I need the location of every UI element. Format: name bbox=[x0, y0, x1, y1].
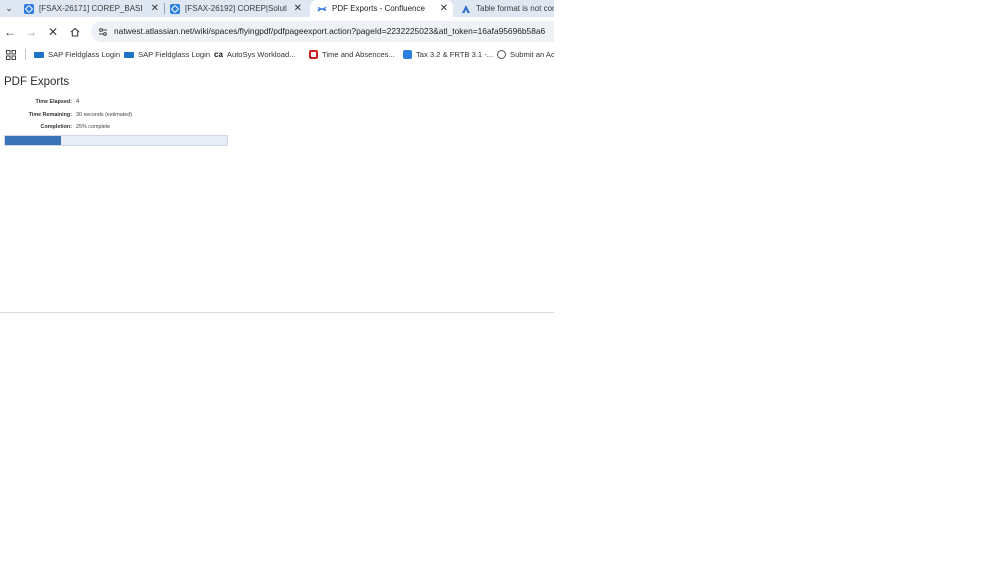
address-bar[interactable]: natwest.atlassian.net/wiki/spaces/flying… bbox=[91, 21, 554, 42]
bookmark-label: Submit an Ac bbox=[510, 50, 554, 59]
tab-fsax-26192[interactable]: [FSAX-26192] COREP|Solution ✕ bbox=[170, 0, 307, 17]
time-elapsed-value: 4 bbox=[76, 99, 80, 105]
bookmark-sap-fieldglass-1[interactable]: SAP Fieldglass Login bbox=[34, 48, 120, 61]
home-icon[interactable] bbox=[67, 24, 83, 40]
completion-label: Completion: bbox=[40, 124, 72, 130]
bookmark-autosys[interactable]: ca AutoSys Workload... bbox=[214, 48, 296, 61]
tab-pdf-exports[interactable]: PDF Exports - Confluence ✕ bbox=[310, 0, 453, 17]
time-elapsed-label: Time Elapsed: bbox=[35, 99, 72, 105]
back-arrow-icon[interactable]: ← bbox=[2, 24, 18, 40]
tab-search-chevron-icon[interactable]: ⌄ bbox=[2, 1, 16, 15]
tab-title: [FSAX-26171] COREP_BASEL_4: bbox=[39, 4, 142, 13]
jira-icon bbox=[24, 3, 34, 14]
page-content: PDF Exports Time Elapsed: 4 Time Remaini… bbox=[0, 63, 554, 312]
close-icon[interactable]: ✕ bbox=[294, 3, 302, 14]
completion-value: 25% complete bbox=[76, 124, 111, 130]
bookmark-label: Tax 3.2 & FRTB 3.1 -... bbox=[416, 50, 494, 59]
bookmark-submit[interactable]: Submit an Ac bbox=[497, 48, 554, 61]
tab-title: PDF Exports - Confluence bbox=[332, 4, 425, 13]
jira-icon bbox=[170, 3, 180, 14]
atlassian-icon bbox=[461, 4, 471, 14]
confluence-icon bbox=[317, 4, 327, 14]
close-icon[interactable]: ✕ bbox=[440, 3, 448, 14]
page-title: PDF Exports bbox=[4, 76, 70, 88]
bookmark-label: Time and Absences... bbox=[322, 50, 395, 59]
time-remaining-value: 30 seconds (estimated) bbox=[76, 112, 133, 118]
forward-arrow-icon[interactable]: → bbox=[23, 24, 39, 40]
bookmark-label: SAP Fieldglass Login bbox=[48, 50, 121, 59]
bookmark-label: AutoSys Workload... bbox=[226, 50, 296, 59]
time-absence-icon bbox=[309, 50, 318, 59]
progress-fill bbox=[5, 136, 61, 145]
site-settings-icon[interactable] bbox=[96, 25, 109, 38]
sap-icon bbox=[124, 51, 134, 58]
tab-strip: ⌄ [FSAX-26171] COREP_BASEL_4: ✕ [FSAX-26… bbox=[0, 0, 554, 17]
sap-icon bbox=[34, 51, 44, 58]
tab-title: Table format is not comi bbox=[476, 4, 554, 13]
close-icon[interactable]: ✕ bbox=[151, 3, 159, 14]
bookmarks-bar: SAP Fieldglass Login SAP Fieldglass Logi… bbox=[0, 46, 554, 63]
bookmark-label: SAP Fieldglass Login bbox=[138, 50, 211, 59]
ca-icon: ca bbox=[214, 50, 223, 59]
bookmarks-divider bbox=[25, 49, 26, 60]
time-remaining-label: Time Remaining: bbox=[28, 112, 72, 118]
stop-loading-icon[interactable]: ✕ bbox=[45, 24, 61, 40]
globe-icon bbox=[497, 50, 506, 59]
tab-divider bbox=[164, 3, 165, 14]
tab-table-format[interactable]: Table format is not comi bbox=[461, 0, 554, 17]
browser-window: ⌄ [FSAX-26171] COREP_BASEL_4: ✕ [FSAX-26… bbox=[0, 0, 554, 313]
tab-fsax-26171[interactable]: [FSAX-26171] COREP_BASEL_4: ✕ bbox=[24, 0, 164, 17]
apps-grid-icon[interactable] bbox=[6, 48, 16, 61]
browser-toolbar: ← → ✕ natwest.atlassian.net/wiki/spaces/… bbox=[0, 17, 554, 46]
url-text: natwest.atlassian.net/wiki/spaces/flying… bbox=[114, 26, 546, 36]
bookmark-sap-fieldglass-2[interactable]: SAP Fieldglass Login bbox=[124, 48, 210, 61]
tab-title: [FSAX-26192] COREP|Solution bbox=[185, 4, 287, 13]
export-progress-bar bbox=[4, 135, 228, 146]
jira-icon bbox=[403, 50, 412, 59]
bookmark-tax-frtb[interactable]: Tax 3.2 & FRTB 3.1 -... bbox=[403, 48, 493, 61]
bookmark-time-absences[interactable]: Time and Absences... bbox=[309, 48, 395, 61]
